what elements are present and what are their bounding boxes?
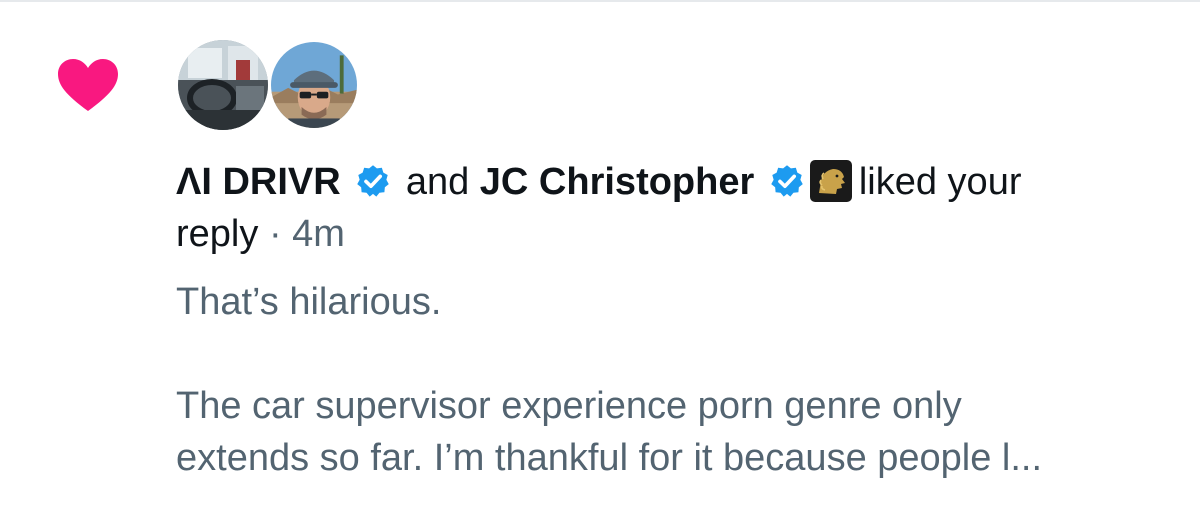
- avatar-ai-drivr[interactable]: [178, 40, 268, 130]
- reply-line-3: extends so far. I’m thankful for it beca…: [176, 437, 1043, 479]
- reply-line-2: The car supervisor experience porn genre…: [176, 385, 962, 427]
- user-name-jc-christopher[interactable]: JC Christopher: [480, 161, 754, 203]
- notification-line-1: ΛI DRIVR and JC Christopher liked your: [176, 156, 1176, 208]
- user-name-ai-drivr[interactable]: ΛI DRIVR: [176, 161, 341, 203]
- action-text: liked your: [858, 161, 1022, 203]
- verified-badge-icon: [771, 165, 803, 197]
- avatar-jc-christopher[interactable]: [268, 39, 360, 131]
- reply-line-1: That’s hilarious.: [176, 281, 442, 323]
- top-divider: [0, 0, 1200, 2]
- heart-icon: [58, 59, 118, 111]
- action-object-text: reply: [176, 213, 259, 255]
- liker-avatars: [178, 39, 378, 132]
- reply-preview[interactable]: That’s hilarious. The car supervisor exp…: [176, 276, 1186, 484]
- verified-badge-icon: [357, 165, 390, 197]
- gold-lion-badge-icon: [809, 160, 852, 202]
- timestamp[interactable]: 4m: [292, 213, 345, 255]
- like-notification-text: ΛI DRIVR and JC Christopher liked your r…: [176, 156, 1176, 260]
- notification-line-2: reply · 4m: [176, 208, 1176, 260]
- reply-paragraph-gap: [176, 328, 1186, 380]
- connector-text: and: [405, 161, 470, 203]
- meta-separator: ·: [268, 213, 282, 255]
